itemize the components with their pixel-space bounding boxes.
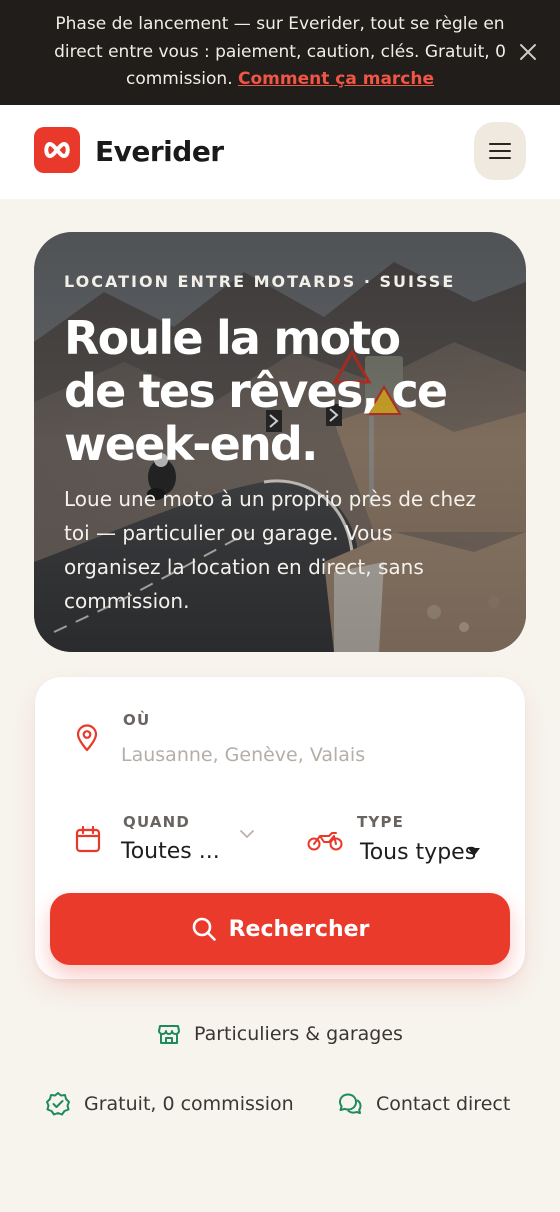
- where-input[interactable]: [121, 739, 391, 771]
- type-value: Tous types: [360, 840, 477, 865]
- type-label: TYPE: [357, 813, 405, 831]
- banner-message: Phase de lancement — sur Everider, tout …: [50, 11, 510, 94]
- search-button[interactable]: Rechercher: [50, 893, 510, 965]
- brand-logo[interactable]: [34, 127, 80, 173]
- when-label: QUAND: [123, 813, 191, 831]
- hero-section: LOCATION ENTRE MOTARDS · SUISSE Roule la…: [34, 232, 526, 652]
- banner-link[interactable]: Comment ça marche: [238, 69, 434, 89]
- trust-label: Particuliers & garages: [194, 1023, 403, 1045]
- menu-button[interactable]: [474, 122, 526, 180]
- trust-label: Gratuit, 0 commission: [84, 1093, 294, 1115]
- banner-close-button[interactable]: [514, 38, 542, 66]
- site-header: Everider: [0, 105, 560, 199]
- search-card: OÙ QUAND Toutes ... TYPE Tous types Rech…: [35, 677, 525, 979]
- announcement-banner: Phase de lancement — sur Everider, tout …: [0, 0, 560, 105]
- when-value: Toutes ...: [121, 839, 220, 864]
- store-icon: [158, 1025, 180, 1044]
- chevron-down-icon: [468, 848, 480, 856]
- chat-bubbles-icon: [339, 1093, 362, 1114]
- location-pin-icon: [76, 724, 98, 752]
- badge-check-icon: [46, 1092, 70, 1116]
- chevron-down-icon: [240, 830, 254, 838]
- brand-name[interactable]: Everider: [95, 135, 224, 168]
- trust-item-contact: Contact direct: [337, 1091, 510, 1117]
- hero-eyebrow: LOCATION ENTRE MOTARDS · SUISSE: [64, 272, 456, 291]
- menu-icon: [489, 143, 511, 159]
- search-icon: [192, 917, 216, 941]
- hero-title: Roule la moto de tes rêves, ce week-end.: [64, 311, 448, 471]
- motorcycle-icon: [307, 832, 343, 851]
- where-label: OÙ: [123, 711, 151, 729]
- trust-item-particuliers: Particuliers & garages: [157, 1022, 403, 1046]
- calendar-icon: [75, 825, 101, 853]
- hero-subtitle: Loue une moto à un proprio près de chez …: [64, 487, 477, 613]
- trust-item-gratuit: Gratuit, 0 commission: [45, 1091, 294, 1117]
- search-button-label: Rechercher: [228, 916, 370, 942]
- close-icon: [520, 44, 536, 60]
- infinity-logo-icon: [44, 142, 70, 158]
- trust-label: Contact direct: [376, 1093, 511, 1115]
